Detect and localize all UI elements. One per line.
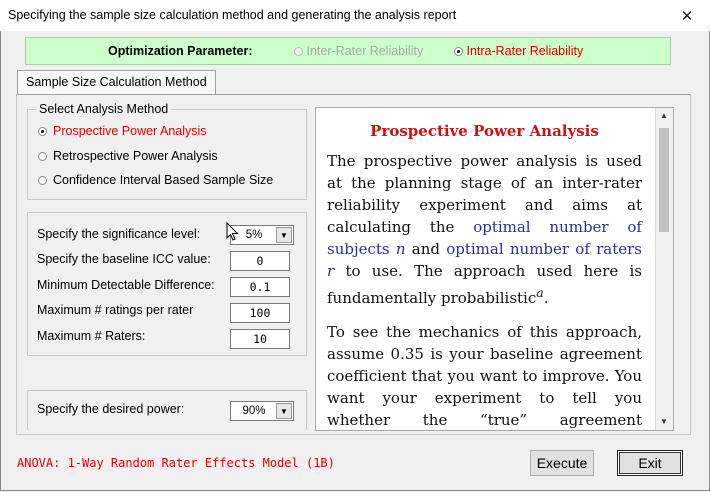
baseline-icc-label: Specify the baseline ICC value:: [37, 252, 211, 266]
exit-button[interactable]: Exit: [617, 450, 683, 476]
max-raters-label: Maximum # Raters:: [37, 329, 146, 343]
mouse-pointer-icon: [226, 222, 239, 241]
retrospective-power-radio[interactable]: Retrospective Power Analysis: [38, 149, 218, 163]
radio-selected-icon: [454, 47, 463, 57]
intra-rater-label: Intra-Rater Reliability: [466, 44, 584, 58]
close-icon[interactable]: ✕: [664, 0, 710, 31]
confidence-interval-label: Confidence Interval Based Sample Size: [53, 173, 274, 187]
tab-sample-size-method[interactable]: Sample Size Calculation Method: [17, 70, 216, 94]
max-ratings-input[interactable]: 100: [230, 303, 290, 323]
prospective-power-label: Prospective Power Analysis: [53, 124, 207, 138]
baseline-icc-input[interactable]: 0: [230, 251, 290, 271]
power-label: Specify the desired power:: [37, 402, 185, 416]
execute-button[interactable]: Execute: [530, 450, 594, 476]
document-paragraph-2: To see the mechanics of this approach, a…: [327, 323, 642, 429]
radio-icon: [38, 152, 47, 162]
inter-rater-radio[interactable]: Inter-Rater Reliability: [294, 44, 423, 58]
retrospective-power-label: Retrospective Power Analysis: [53, 149, 218, 163]
power-value: 90%: [242, 405, 266, 417]
title-bar: Specifying the sample size calculation m…: [0, 0, 710, 31]
inter-rater-label: Inter-Rater Reliability: [306, 44, 424, 58]
scroll-thumb[interactable]: [659, 128, 669, 232]
significance-label: Specify the significance level:: [37, 227, 201, 241]
analysis-method-legend: Select Analysis Method: [39, 102, 169, 116]
document-paragraph-1: The prospective power analysis is used a…: [327, 150, 642, 309]
max-raters-input[interactable]: 10: [230, 329, 290, 349]
doc-text: and: [405, 240, 447, 258]
doc-text: to use. The approach used here is fundam…: [327, 262, 642, 307]
optimization-parameter-bar: Optimization Parameter: Inter-Rater Reli…: [25, 37, 671, 65]
vertical-scrollbar[interactable]: ▲ ▼: [655, 108, 673, 430]
radio-selected-icon: [38, 127, 47, 137]
power-select[interactable]: 90% ▼: [230, 401, 294, 421]
doc-highlight: optimal number of raters: [446, 240, 643, 258]
min-diff-input[interactable]: 0.1: [230, 277, 290, 297]
radio-icon: [294, 47, 303, 57]
confidence-interval-radio[interactable]: Confidence Interval Based Sample Size: [38, 173, 273, 187]
doc-footnote-mark: a: [536, 285, 544, 300]
chevron-down-icon[interactable]: ▼: [276, 403, 292, 419]
scroll-down-icon[interactable]: ▼: [659, 417, 669, 427]
doc-var-n: n: [395, 240, 406, 258]
model-status-text: ANOVA: 1-Way Random Rater Effects Model …: [17, 456, 335, 470]
doc-text: .: [543, 289, 549, 307]
document-viewer[interactable]: Prospective Power Analysis The prospecti…: [315, 107, 674, 431]
scroll-up-icon[interactable]: ▲: [659, 111, 669, 121]
radio-icon: [38, 176, 47, 186]
intra-rater-radio[interactable]: Intra-Rater Reliability: [454, 44, 583, 58]
prospective-power-radio[interactable]: Prospective Power Analysis: [38, 124, 207, 138]
window-title: Specifying the sample size calculation m…: [8, 8, 457, 22]
max-ratings-label: Maximum # ratings per rater: [37, 303, 194, 317]
min-diff-label: Minimum Detectable Difference:: [37, 278, 215, 292]
document-heading: Prospective Power Analysis: [370, 122, 599, 140]
optimization-parameter-label: Optimization Parameter:: [108, 44, 253, 58]
document-content: Prospective Power Analysis The prospecti…: [327, 120, 642, 430]
chevron-down-icon[interactable]: ▼: [276, 227, 292, 243]
